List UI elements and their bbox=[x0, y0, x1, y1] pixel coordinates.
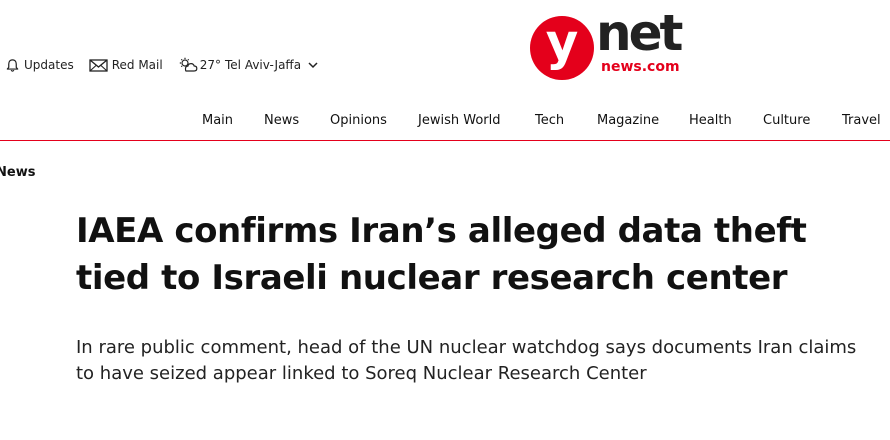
mail-icon bbox=[89, 58, 112, 73]
city-name: Tel Aviv-Jaffa bbox=[225, 58, 302, 72]
nav-item-travel[interactable]: Travel bbox=[842, 111, 881, 131]
nav-divider bbox=[0, 140, 890, 141]
nav-item-news[interactable]: News bbox=[264, 111, 299, 131]
bell-icon bbox=[5, 58, 24, 73]
main-nav: Main News Opinions Jewish World Tech Mag… bbox=[0, 111, 890, 131]
article-headline: IAEA confirms Iran’s alleged data theft … bbox=[76, 211, 807, 298]
weather-widget[interactable]: 27° Tel Aviv-Jaffa bbox=[178, 56, 321, 74]
logo-net: net bbox=[596, 4, 683, 62]
utility-bar: Updates Red Mail 27° Tel Aviv-Jaffa bbox=[5, 55, 336, 75]
nav-item-jewish-world[interactable]: Jewish World bbox=[418, 111, 500, 131]
logo-domain: news.com bbox=[601, 59, 680, 75]
updates-link[interactable]: Updates bbox=[5, 56, 74, 74]
nav-item-tech[interactable]: Tech bbox=[535, 111, 564, 131]
nav-item-main[interactable]: Main bbox=[202, 111, 233, 131]
logo-y: y bbox=[545, 13, 579, 71]
temperature: 27° bbox=[199, 58, 221, 72]
weather-icon bbox=[178, 57, 200, 73]
nav-item-opinions[interactable]: Opinions bbox=[330, 111, 387, 131]
chevron-down-icon[interactable] bbox=[307, 59, 321, 71]
nav-item-health[interactable]: Health bbox=[689, 111, 732, 131]
updates-label: Updates bbox=[24, 58, 74, 72]
nav-item-culture[interactable]: Culture bbox=[763, 111, 810, 131]
red-mail-link[interactable]: Red Mail bbox=[89, 56, 163, 74]
section-label[interactable]: News bbox=[0, 164, 35, 182]
nav-item-magazine[interactable]: Magazine bbox=[597, 111, 659, 131]
ynetnews-logo[interactable]: y net news.com bbox=[530, 4, 700, 81]
page: Updates Red Mail 27° Tel Aviv-Jaffa y ne… bbox=[0, 0, 890, 440]
red-mail-label: Red Mail bbox=[111, 58, 163, 72]
article-subheadline: In rare public comment, head of the UN n… bbox=[76, 337, 857, 384]
